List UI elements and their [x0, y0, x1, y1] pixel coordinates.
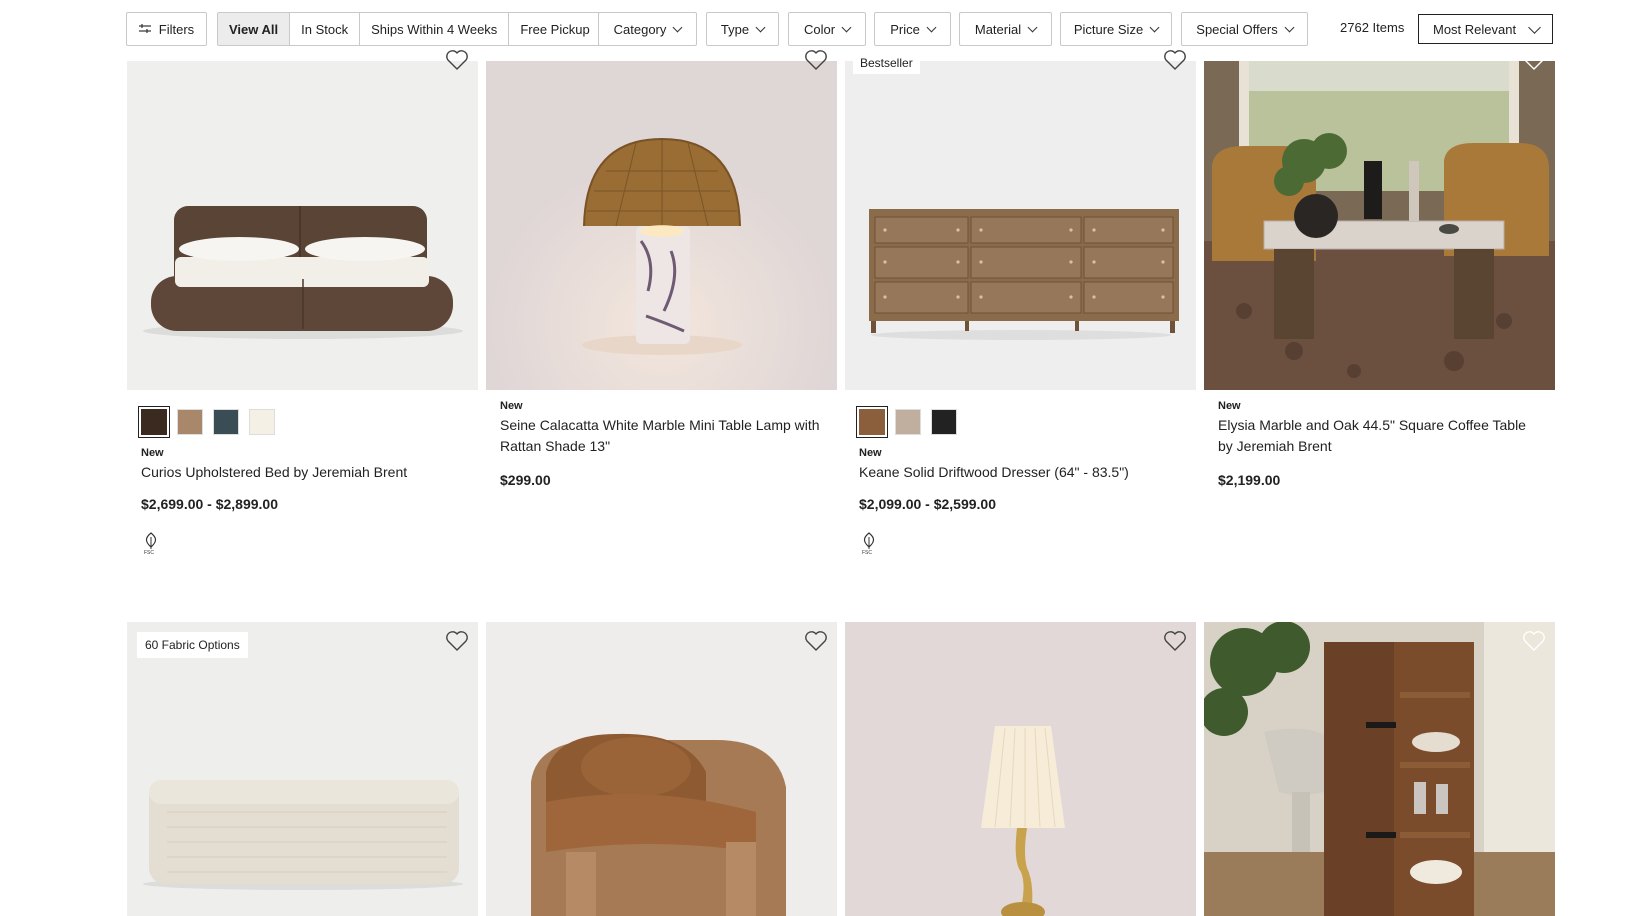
product-price: $2,199.00 [1218, 472, 1281, 488]
color-swatch[interactable] [856, 406, 888, 438]
color-swatch[interactable] [177, 409, 203, 435]
product-price: $2,099.00 - $2,599.00 [859, 496, 997, 512]
svg-text:FSC: FSC [862, 550, 872, 555]
svg-text:FSC: FSC [144, 550, 154, 555]
favorite-heart-icon[interactable] [445, 630, 469, 652]
product-card: Bestseller New Keane Solid Driftwood Dre… [845, 0, 1196, 580]
product-name[interactable]: Curios Upholstered Bed by Jeremiah Brent [141, 462, 461, 483]
favorite-heart-icon[interactable] [1522, 49, 1546, 71]
color-swatches [856, 406, 957, 438]
favorite-heart-icon[interactable] [1163, 49, 1187, 71]
color-swatch[interactable] [249, 409, 275, 435]
product-card: New Seine Calacatta White Marble Mini Ta… [486, 0, 837, 580]
product-card: New Curios Upholstered Bed by Jeremiah B… [127, 0, 478, 580]
product-name[interactable]: Elysia Marble and Oak 44.5" Square Coffe… [1218, 415, 1538, 457]
product-name[interactable]: Seine Calacatta White Marble Mini Table … [500, 415, 820, 457]
favorite-heart-icon[interactable] [1163, 630, 1187, 652]
color-swatch[interactable] [213, 409, 239, 435]
product-card: 60 Fabric Options [127, 622, 478, 916]
new-badge: New [500, 400, 523, 412]
product-image[interactable] [486, 622, 837, 916]
color-swatch[interactable] [931, 409, 957, 435]
product-card [845, 622, 1196, 916]
product-image[interactable] [1204, 61, 1555, 390]
new-badge: New [859, 447, 882, 459]
fabric-options-badge: 60 Fabric Options [137, 632, 248, 658]
new-badge: New [141, 447, 164, 459]
product-image[interactable] [486, 61, 837, 390]
color-swatch[interactable] [138, 406, 170, 438]
favorite-heart-icon[interactable] [445, 49, 469, 71]
product-image[interactable] [127, 61, 478, 390]
color-swatches [138, 406, 275, 438]
product-price: $2,699.00 - $2,899.00 [141, 496, 279, 512]
product-price: $299.00 [500, 472, 551, 488]
product-image[interactable] [1204, 622, 1555, 916]
product-name[interactable]: Keane Solid Driftwood Dresser (64" - 83.… [859, 462, 1179, 483]
product-image[interactable] [127, 622, 478, 916]
favorite-heart-icon[interactable] [804, 49, 828, 71]
new-badge: New [1218, 400, 1241, 412]
fsc-certified-icon: FSC [859, 531, 879, 556]
product-card [1204, 622, 1555, 916]
fsc-certified-icon: FSC [141, 531, 161, 556]
product-card [486, 622, 837, 916]
favorite-heart-icon[interactable] [1522, 630, 1546, 652]
color-swatch[interactable] [895, 409, 921, 435]
favorite-heart-icon[interactable] [804, 630, 828, 652]
product-image[interactable] [845, 622, 1196, 916]
product-image[interactable] [845, 61, 1196, 390]
bestseller-badge: Bestseller [853, 52, 920, 74]
product-card: New Elysia Marble and Oak 44.5" Square C… [1204, 0, 1555, 580]
